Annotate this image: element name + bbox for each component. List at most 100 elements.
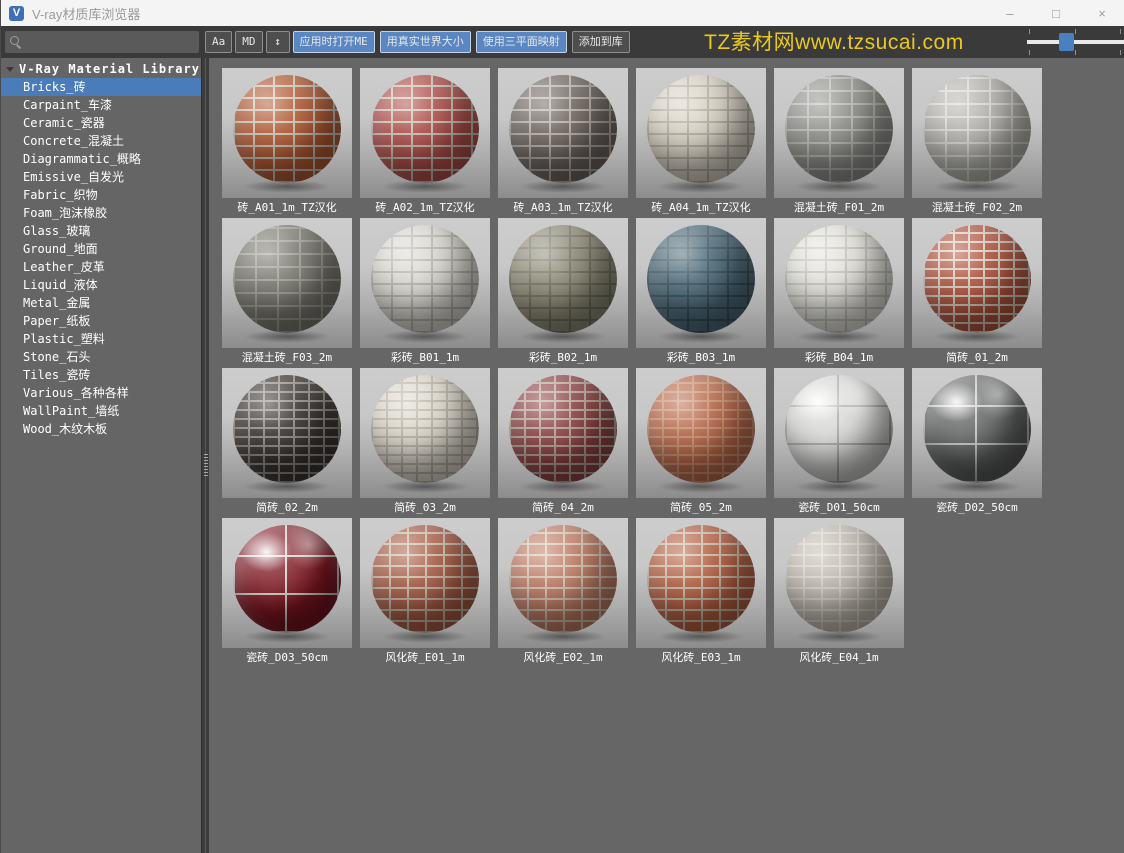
- toolbar-button-aa[interactable]: Aa: [205, 31, 233, 53]
- sidebar-item-liquid[interactable]: Liquid_液体: [1, 276, 201, 294]
- material-card[interactable]: 简砖_05_2m: [636, 368, 766, 518]
- toolbar-button-md[interactable]: MD: [235, 31, 263, 53]
- material-card[interactable]: 混凝土砖_F02_2m: [912, 68, 1042, 218]
- panel-splitter[interactable]: [201, 58, 209, 853]
- material-card[interactable]: 简砖_01_2m: [912, 218, 1042, 368]
- sidebar-item-tiles[interactable]: Tiles_瓷砖: [1, 366, 201, 384]
- material-card[interactable]: 砖_A03_1m_TZ汉化: [498, 68, 628, 218]
- material-preview: [636, 218, 766, 348]
- vray-logo-icon: V: [9, 5, 24, 21]
- slider-ticks-bottom: [1029, 50, 1121, 55]
- toolbar-button-real-world-size[interactable]: 用真实世界大小: [379, 31, 471, 53]
- material-card[interactable]: 砖_A01_1m_TZ汉化: [222, 68, 352, 218]
- material-card[interactable]: 混凝土砖_F01_2m: [774, 68, 904, 218]
- material-sphere: [647, 525, 755, 633]
- material-preview: [360, 218, 490, 348]
- close-icon[interactable]: ×: [1079, 0, 1124, 26]
- sidebar-item-emissive[interactable]: Emissive_自发光: [1, 168, 201, 186]
- sidebar-item-stone[interactable]: Stone_石头: [1, 348, 201, 366]
- material-preview: [498, 368, 628, 498]
- toolbar-button-updown[interactable]: ↕: [265, 31, 290, 53]
- material-card[interactable]: 风化砖_E03_1m: [636, 518, 766, 668]
- window-title: V-ray材质库浏览器: [32, 6, 141, 22]
- material-sphere: [647, 375, 755, 483]
- sidebar-item-leather[interactable]: Leather_皮革: [1, 258, 201, 276]
- material-card[interactable]: 彩砖_B03_1m: [636, 218, 766, 368]
- search-box[interactable]: [5, 31, 199, 53]
- toolbar-button-triplanar-mapping[interactable]: 使用三平面映射: [475, 31, 567, 53]
- material-label: 瓷砖_D01_50cm: [798, 501, 880, 514]
- material-preview: [498, 218, 628, 348]
- material-card[interactable]: 简砖_04_2m: [498, 368, 628, 518]
- material-card[interactable]: 瓷砖_D02_50cm: [912, 368, 1042, 518]
- material-sphere: [785, 225, 893, 333]
- material-card[interactable]: 彩砖_B01_1m: [360, 218, 490, 368]
- toolbar: Aa MD ↕ 应用时打开ME 用真实世界大小 使用三平面映射 添加到库 TZ素…: [1, 26, 1124, 58]
- material-label: 彩砖_B04_1m: [804, 351, 874, 364]
- material-card[interactable]: 瓷砖_D01_50cm: [774, 368, 904, 518]
- sidebar-item-bricks[interactable]: Bricks_砖: [1, 78, 201, 96]
- material-sphere: [233, 75, 341, 183]
- material-label: 简砖_04_2m: [532, 501, 594, 514]
- slider-ticks-top: [1029, 29, 1121, 34]
- material-label: 简砖_05_2m: [670, 501, 732, 514]
- material-label: 彩砖_B03_1m: [666, 351, 736, 364]
- slider-handle[interactable]: [1058, 33, 1074, 51]
- material-preview: [636, 368, 766, 498]
- material-label: 彩砖_B02_1m: [528, 351, 598, 364]
- minimize-icon[interactable]: –: [987, 0, 1033, 26]
- sidebar-item-concrete[interactable]: Concrete_混凝土: [1, 132, 201, 150]
- material-sphere: [371, 75, 479, 183]
- sidebar-item-plastic[interactable]: Plastic_塑料: [1, 330, 201, 348]
- material-card[interactable]: 砖_A04_1m_TZ汉化: [636, 68, 766, 218]
- tree-root[interactable]: V-Ray Material Library: [1, 60, 201, 78]
- sidebar-item-ground[interactable]: Ground_地面: [1, 240, 201, 258]
- sidebar-item-metal[interactable]: Metal_金属: [1, 294, 201, 312]
- toolbar-button-open-me-on-apply[interactable]: 应用时打开ME: [292, 31, 375, 53]
- material-label: 简砖_03_2m: [394, 501, 456, 514]
- material-label: 混凝土砖_F03_2m: [241, 351, 333, 364]
- material-card[interactable]: 瓷砖_D03_50cm: [222, 518, 352, 668]
- material-card[interactable]: 彩砖_B02_1m: [498, 218, 628, 368]
- material-preview: [774, 218, 904, 348]
- material-card[interactable]: 风化砖_E02_1m: [498, 518, 628, 668]
- material-sphere: [923, 75, 1031, 183]
- material-card[interactable]: 简砖_02_2m: [222, 368, 352, 518]
- material-preview: [360, 68, 490, 198]
- sidebar-item-diagrammatic[interactable]: Diagrammatic_概略: [1, 150, 201, 168]
- material-card[interactable]: 混凝土砖_F03_2m: [222, 218, 352, 368]
- material-sphere: [371, 525, 479, 633]
- material-card[interactable]: 简砖_03_2m: [360, 368, 490, 518]
- sidebar-item-carpaint[interactable]: Carpaint_车漆: [1, 96, 201, 114]
- sidebar-item-ceramic[interactable]: Ceramic_瓷器: [1, 114, 201, 132]
- search-input[interactable]: [22, 35, 199, 49]
- material-label: 砖_A03_1m_TZ汉化: [513, 201, 613, 214]
- material-sphere: [233, 525, 341, 633]
- slider-tick: [1120, 29, 1121, 34]
- sidebar-item-foam[interactable]: Foam_泡沫橡胶: [1, 204, 201, 222]
- sidebar-item-wallpaint[interactable]: WallPaint_墙纸: [1, 402, 201, 420]
- slider-tick: [1074, 29, 1076, 34]
- material-card[interactable]: 风化砖_E01_1m: [360, 518, 490, 668]
- material-label: 风化砖_E01_1m: [385, 651, 465, 664]
- sidebar-item-paper[interactable]: Paper_纸板: [1, 312, 201, 330]
- maximize-icon[interactable]: □: [1033, 0, 1079, 26]
- slider-track[interactable]: [1027, 40, 1124, 44]
- sidebar-item-glass[interactable]: Glass_玻璃: [1, 222, 201, 240]
- sidebar-item-fabric[interactable]: Fabric_织物: [1, 186, 201, 204]
- material-card[interactable]: 砖_A02_1m_TZ汉化: [360, 68, 490, 218]
- slider-tick: [1120, 50, 1121, 55]
- material-card[interactable]: 风化砖_E04_1m: [774, 518, 904, 668]
- slider-tick: [1029, 29, 1030, 34]
- sidebar-item-wood[interactable]: Wood_木纹木板: [1, 420, 201, 438]
- sidebar-item-various[interactable]: Various_各种各样: [1, 384, 201, 402]
- material-preview: [360, 518, 490, 648]
- toolbar-button-add-to-library[interactable]: 添加到库: [571, 31, 630, 53]
- material-preview: [774, 518, 904, 648]
- material-card[interactable]: 彩砖_B04_1m: [774, 218, 904, 368]
- material-preview: [222, 518, 352, 648]
- material-preview: [222, 68, 352, 198]
- watermark-text: TZ素材网www.tzsucai.com: [704, 31, 964, 54]
- material-label: 混凝土砖_F02_2m: [931, 201, 1023, 214]
- material-sphere: [785, 525, 893, 633]
